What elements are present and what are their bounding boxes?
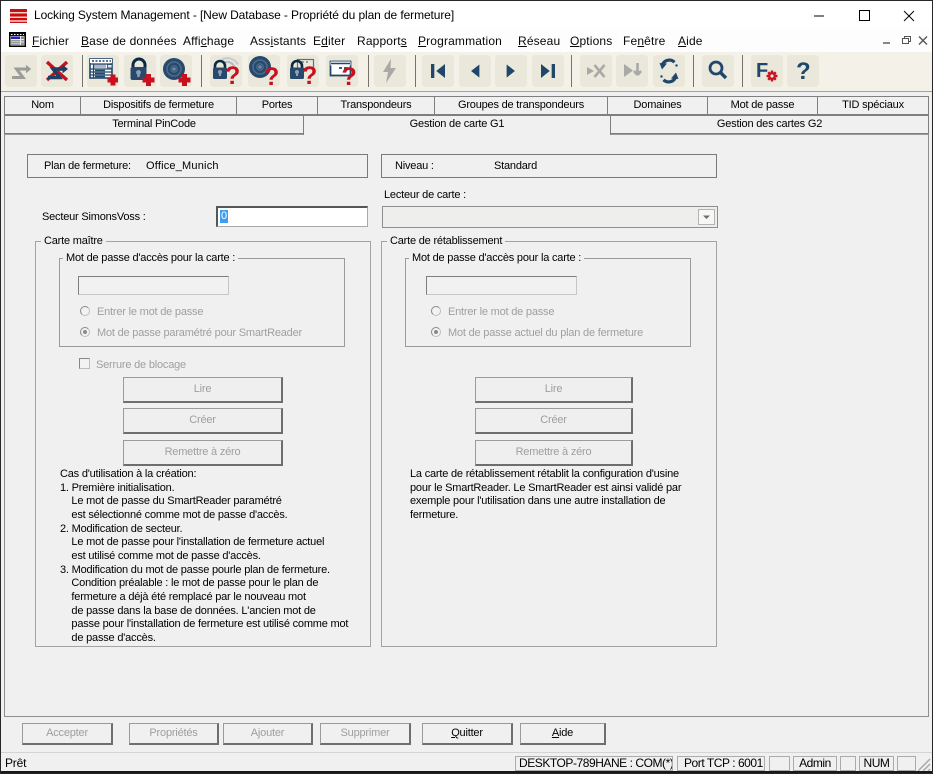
svg-text:?: ?	[796, 58, 811, 85]
svg-text:?: ?	[225, 62, 240, 87]
svg-text:?: ?	[302, 62, 317, 87]
svg-text:F: F	[756, 60, 768, 82]
svg-text:?: ?	[342, 63, 357, 87]
svg-text:?: ?	[264, 63, 279, 87]
